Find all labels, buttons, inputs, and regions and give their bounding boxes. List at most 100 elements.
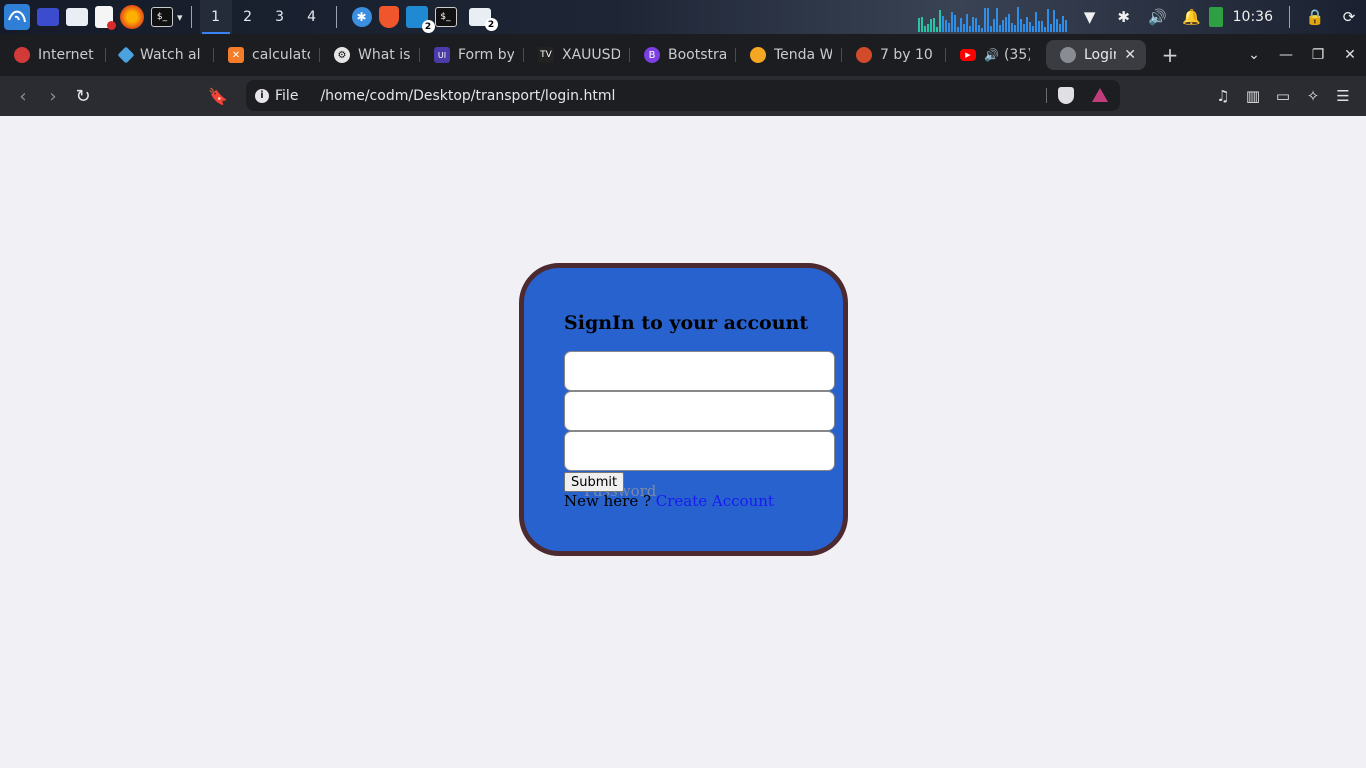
tab-what-is[interactable]: ⚙ What is I — [320, 40, 420, 70]
visualizer-bar — [1062, 16, 1064, 32]
username-input[interactable] — [564, 351, 835, 391]
tab-label: Tenda W — [774, 47, 832, 63]
sidebar-toggle-icon[interactable]: ▥ — [1238, 87, 1268, 105]
visualizer-bar — [1041, 21, 1043, 32]
close-tab-icon[interactable]: ✕ — [1124, 47, 1136, 63]
bookmark-icon[interactable]: 🔖 — [208, 87, 228, 106]
terminal-icon[interactable]: $_ — [151, 7, 173, 27]
tab-internet[interactable]: Internet — [0, 40, 106, 70]
visualizer-bar — [987, 8, 989, 32]
leo-ai-icon[interactable]: ✧ — [1298, 87, 1328, 105]
visualizer-bar — [984, 8, 986, 32]
visualizer-bar — [1038, 21, 1040, 32]
new-here-text: New here ? — [564, 492, 656, 510]
taskbar-separator — [190, 6, 192, 28]
text-editor-icon[interactable] — [95, 6, 116, 30]
visualizer-bar — [963, 24, 965, 32]
visualizer-bar — [930, 19, 932, 32]
login-card: SignIn to your account Password Submit N… — [519, 263, 848, 556]
battery-icon[interactable] — [1208, 7, 1223, 27]
notification-bell-icon[interactable]: 🔔 — [1175, 8, 1209, 26]
tab-form[interactable]: UI Form by — [420, 40, 524, 70]
power-icon[interactable]: ⟳ — [1332, 8, 1366, 26]
close-window-button[interactable]: ✕ — [1334, 47, 1366, 63]
reload-button[interactable]: ↻ — [68, 86, 98, 107]
wifi-icon[interactable]: ▼ — [1073, 8, 1107, 26]
media-controls-icon[interactable]: ♫ — [1208, 87, 1238, 105]
visualizer-bar — [1050, 24, 1052, 32]
workspace-4[interactable]: 4 — [296, 0, 328, 34]
page-viewport: SignIn to your account Password Submit N… — [0, 116, 1366, 768]
tab-youtube[interactable]: ▶ 🔊 (35) s — [946, 40, 1040, 70]
brave-rewards-icon[interactable] — [1092, 88, 1108, 102]
brave-shields-icon[interactable] — [1058, 87, 1074, 104]
clock[interactable]: 10:36 — [1233, 9, 1273, 25]
new-tab-button[interactable]: + — [1158, 43, 1182, 67]
visualizer-bar — [957, 27, 959, 32]
address-bar[interactable]: i File /home/codm/Desktop/transport/logi… — [246, 80, 1120, 111]
tab-tenda[interactable]: Tenda W — [736, 40, 842, 70]
workspace-2[interactable]: 2 — [232, 0, 264, 34]
file-manager-icon[interactable] — [66, 8, 88, 26]
visualizer-bar — [1002, 20, 1004, 32]
tab-xauusd[interactable]: TV XAUUSD — [524, 40, 630, 70]
visualizer-bar — [948, 23, 950, 32]
signup-prompt: New here ? Create Account — [564, 492, 774, 510]
tab-label: Bootstra — [668, 47, 726, 63]
forward-button[interactable]: › — [38, 86, 68, 107]
diamond-icon — [117, 46, 135, 64]
bootstrap-icon: B — [644, 47, 660, 63]
site-info-icon[interactable]: i — [255, 88, 269, 103]
tab-7-by-10[interactable]: 7 by 10 c — [842, 40, 946, 70]
browser-tab-strip: Internet Watch al ✕ calculato ⚙ What is … — [0, 34, 1366, 76]
workspace-3[interactable]: 3 — [264, 0, 296, 34]
visualizer-bar — [978, 25, 980, 32]
openai-icon: ⚙ — [334, 47, 350, 63]
tab-search-chevron-icon[interactable]: ⌄ — [1238, 47, 1270, 63]
bluetooth-app-icon[interactable]: ✱ — [351, 7, 372, 27]
visualizer-bar — [933, 18, 935, 32]
tradingview-icon: TV — [538, 47, 554, 63]
visualizer-bar — [1023, 24, 1025, 32]
tab-calculator[interactable]: ✕ calculato — [214, 40, 320, 70]
terminal-window-icon[interactable]: $_ — [434, 7, 457, 27]
volume-icon[interactable]: 🔊 — [1141, 8, 1175, 26]
xampp-icon: ✕ — [228, 47, 244, 63]
tab-watch[interactable]: Watch al — [106, 40, 214, 70]
maximize-window-button[interactable]: ❐ — [1302, 47, 1334, 63]
wallet-icon[interactable]: ▭ — [1268, 87, 1298, 105]
visualizer-bar — [921, 17, 923, 32]
visualizer-bar — [960, 18, 962, 32]
bluetooth-icon[interactable]: ✱ — [1107, 8, 1141, 26]
menu-icon[interactable]: ☰ — [1328, 87, 1358, 105]
visualizer-bar — [939, 10, 941, 32]
file-manager-window-icon[interactable]: 2 — [468, 8, 498, 31]
tab-label: Login — [1084, 47, 1116, 63]
kali-menu-icon[interactable] — [4, 4, 30, 30]
password-input[interactable] — [564, 431, 835, 471]
tab-login-active[interactable]: Login ✕ — [1046, 40, 1146, 70]
lock-icon[interactable]: 🔒 — [1298, 8, 1332, 26]
url-text[interactable]: /home/codm/Desktop/transport/login.html — [320, 88, 615, 104]
workspace-1[interactable]: 1 — [199, 0, 232, 34]
visualizer-bar — [1044, 27, 1046, 32]
chevron-down-icon[interactable]: ▾ — [177, 11, 183, 24]
email-input[interactable] — [564, 391, 835, 431]
tab-label: XAUUSD — [562, 47, 620, 63]
ui-icon: UI — [434, 47, 450, 63]
back-button[interactable]: ‹ — [8, 86, 38, 107]
brave-browser-icon[interactable] — [378, 6, 399, 28]
submit-button[interactable]: Submit — [564, 472, 625, 492]
visualizer-bar — [927, 24, 929, 32]
create-account-link[interactable]: Create Account — [656, 492, 774, 510]
visualizer-bar — [1008, 14, 1010, 32]
speaker-icon[interactable]: 🔊 — [984, 48, 999, 62]
desktop-icon[interactable] — [37, 8, 59, 26]
visualizer-bar — [993, 19, 995, 32]
vscode-icon[interactable]: 2 — [405, 6, 435, 33]
toolbar-right-icons: ♫ ▥ ▭ ✧ ☰ — [1208, 76, 1358, 116]
minimize-window-button[interactable]: — — [1270, 47, 1302, 63]
tab-bootstrap[interactable]: B Bootstra — [630, 40, 736, 70]
visualizer-bar — [1056, 19, 1058, 32]
firefox-icon[interactable] — [120, 5, 144, 29]
